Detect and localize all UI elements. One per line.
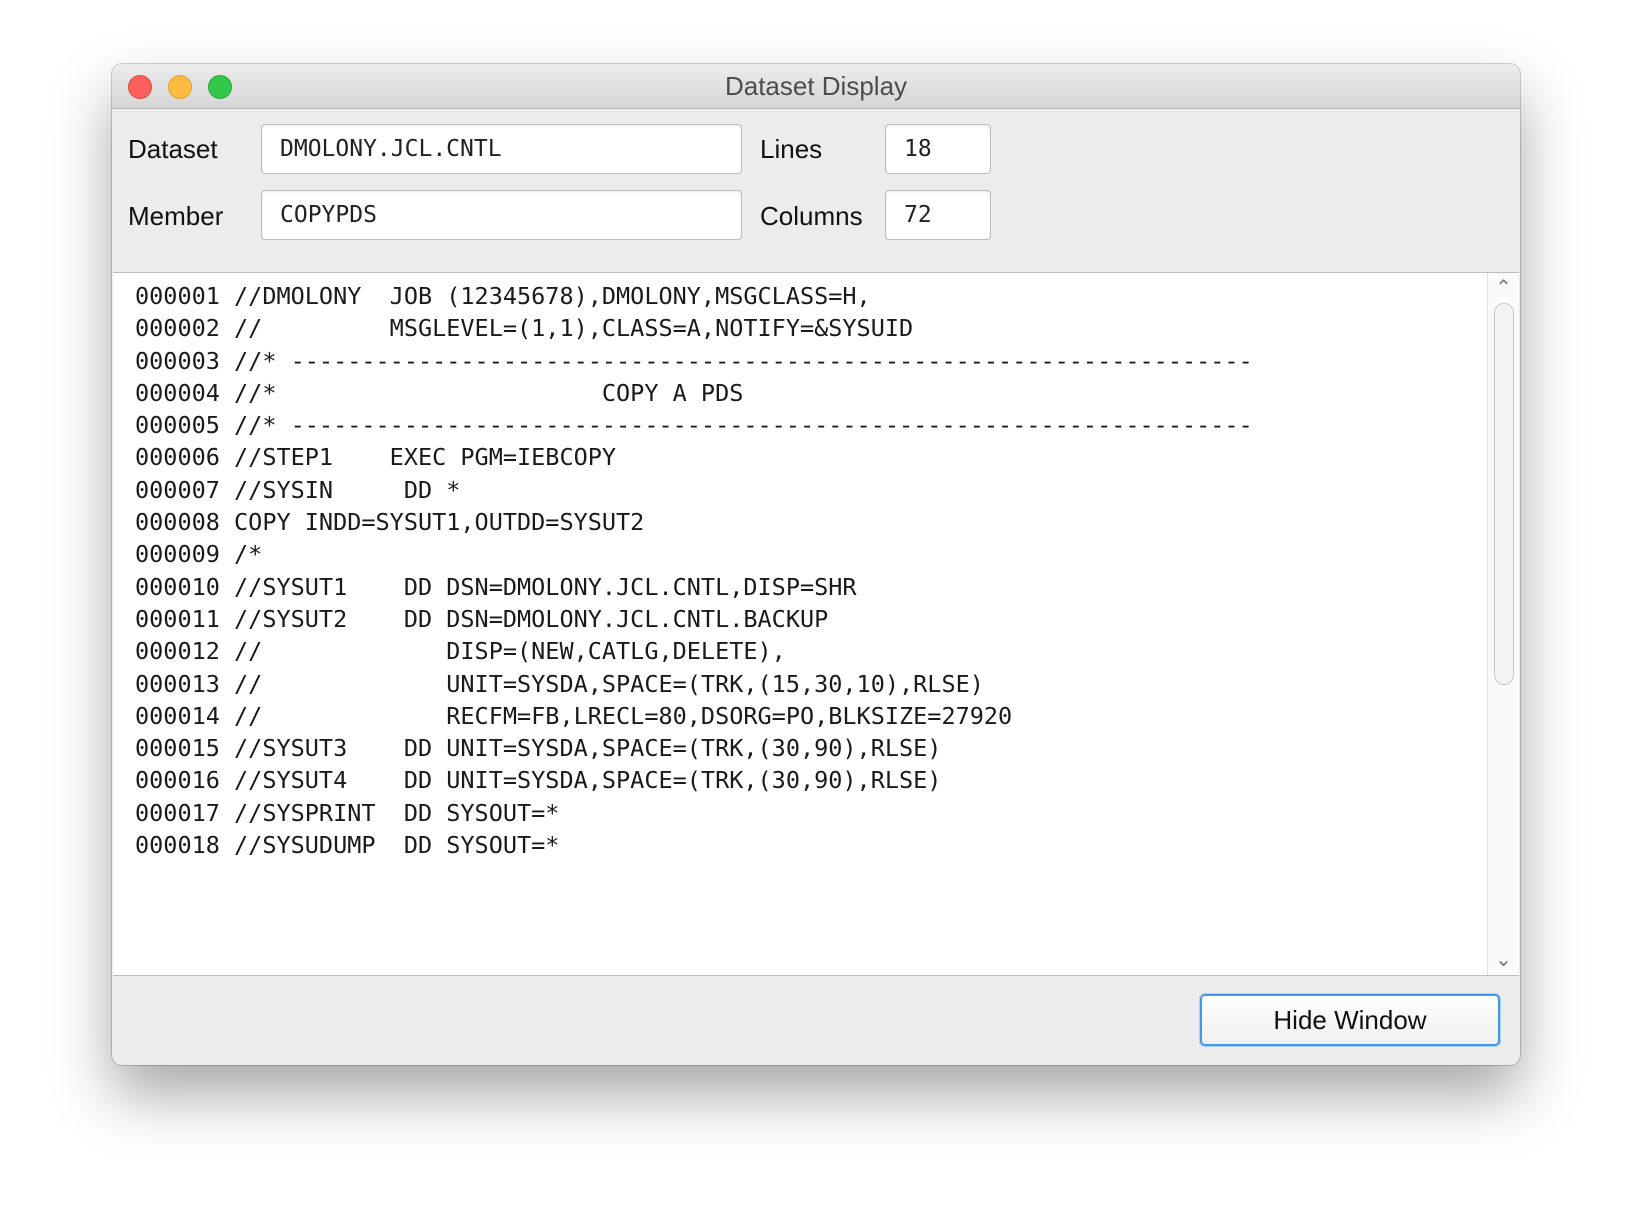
member-label: Member [128, 201, 224, 231]
columns-label: Columns [760, 201, 863, 231]
content-line: 000007 //SYSIN DD * [135, 475, 461, 504]
window-title: Dataset Display [724, 71, 908, 101]
content-line: 000011 //SYSUT2 DD DSN=DMOLONY.JCL.CNTL.… [135, 604, 829, 633]
chevron-down-icon[interactable]: ⌄ [1488, 947, 1519, 973]
content-line: 000004 //* COPY A PDS [135, 378, 744, 407]
vertical-scrollbar[interactable]: ⌃ ⌄ [1487, 273, 1519, 975]
content-line: 000008 COPY INDD=SYSUT1,OUTDD=SYSUT2 [135, 508, 645, 537]
content-line: 000010 //SYSUT1 DD DSN=DMOLONY.JCL.CNTL,… [135, 572, 857, 601]
scrollbar-thumb[interactable] [1494, 303, 1514, 685]
lines-label: Lines [760, 134, 823, 164]
content-line: 000014 // RECFM=FB,LRECL=80,DSORG=PO,BLK… [135, 701, 1013, 730]
dataset-field[interactable] [261, 124, 742, 174]
chevron-up-icon[interactable]: ⌃ [1488, 275, 1519, 301]
content-line: 000001 //DMOLONY JOB (12345678),DMOLONY,… [135, 282, 871, 310]
content-line: 000006 //STEP1 EXEC PGM=IEBCOPY [135, 443, 617, 472]
content-line: 000012 // DISP=(NEW,CATLG,DELETE), [135, 637, 786, 666]
title-bar[interactable]: Dataset Display [112, 64, 1520, 109]
dataset-label: Dataset [128, 134, 218, 164]
content-line: 000017 //SYSPRINT DD SYSOUT=* [135, 798, 560, 827]
content-line: 000002 // MSGLEVEL=(1,1),CLASS=A,NOTIFY=… [135, 314, 914, 343]
content-line: 000013 // UNIT=SYSDA,SPACE=(TRK,(15,30,1… [135, 669, 984, 698]
columns-field[interactable] [885, 190, 991, 240]
content-line: 000009 /* [135, 540, 263, 569]
member-field[interactable] [261, 190, 742, 240]
lines-field[interactable] [885, 124, 991, 174]
content-line: 000003 //* -----------------------------… [135, 346, 1253, 375]
hide-window-button[interactable]: Hide Window [1200, 994, 1500, 1046]
dataset-content-text[interactable]: 000001 //DMOLONY JOB (12345678),DMOLONY,… [135, 280, 1479, 861]
content-line: 000005 //* -----------------------------… [135, 411, 1253, 440]
content-line: 000015 //SYSUT3 DD UNIT=SYSDA,SPACE=(TRK… [135, 734, 942, 763]
dataset-display-window: Dataset Display Dataset Lines Member Col… [112, 64, 1520, 1065]
content-line: 000018 //SYSUDUMP DD SYSOUT=* [135, 831, 560, 860]
content-line: 000016 //SYSUT4 DD UNIT=SYSDA,SPACE=(TRK… [135, 766, 942, 795]
dataset-content-area[interactable]: 000001 //DMOLONY JOB (12345678),DMOLONY,… [113, 272, 1519, 976]
